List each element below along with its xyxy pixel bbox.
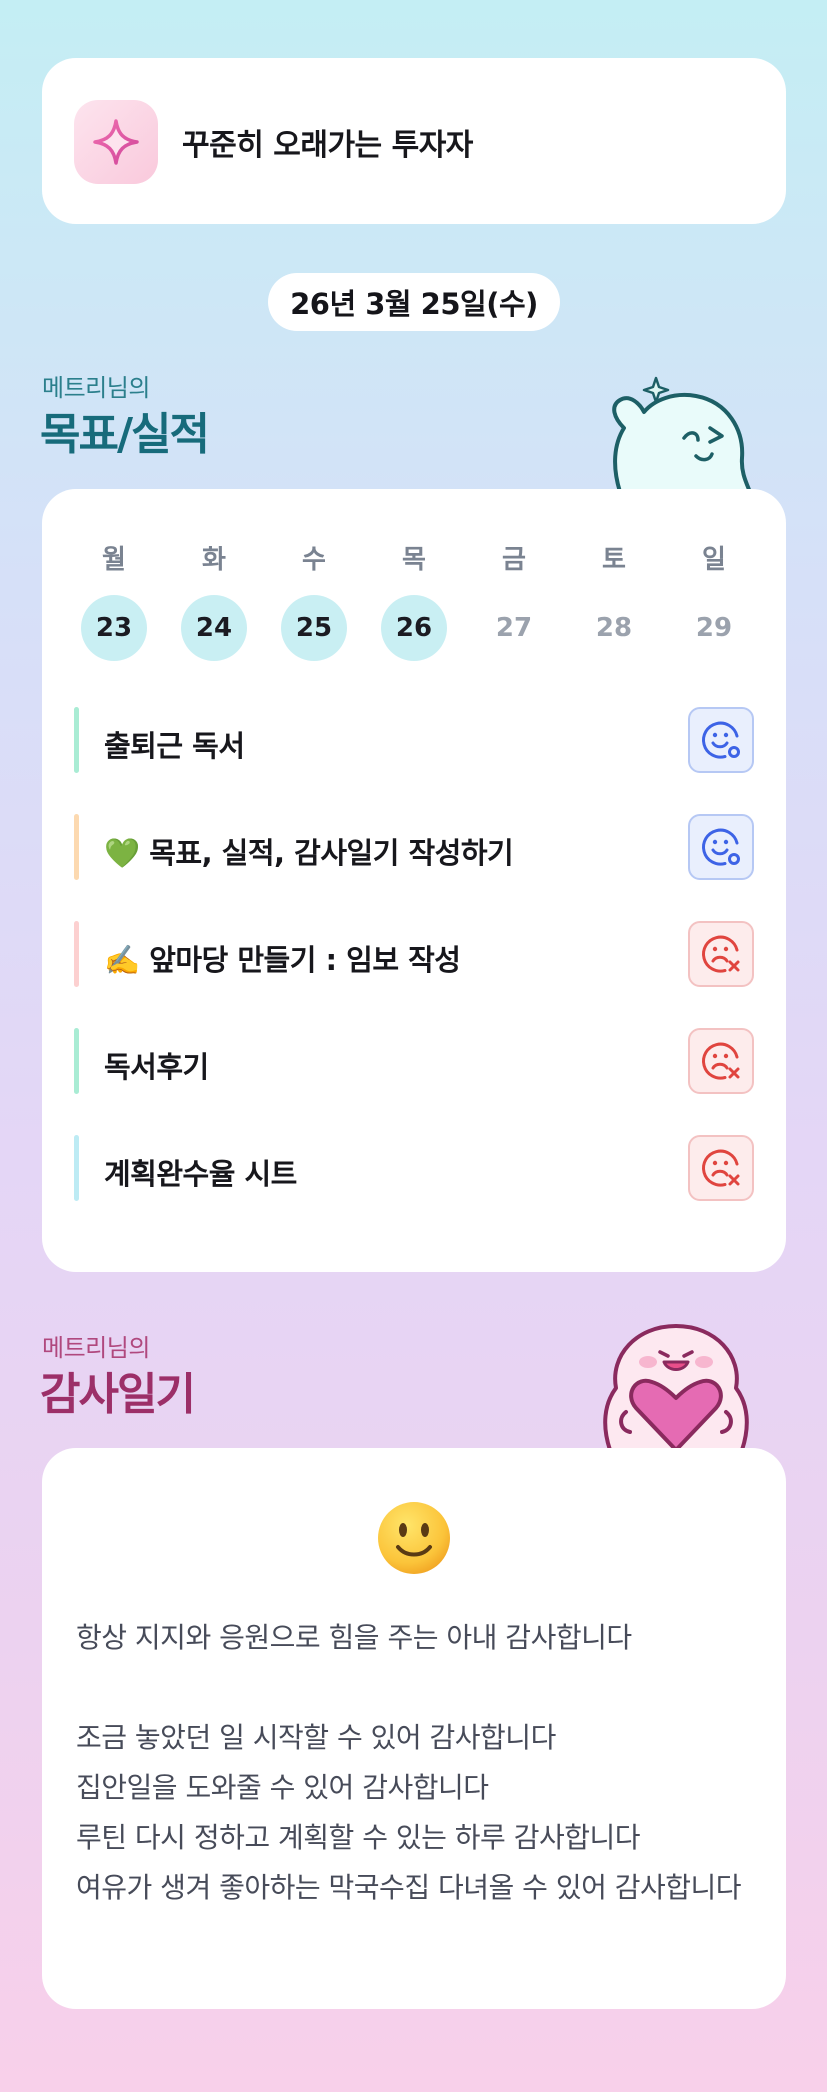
goal-status-done[interactable] [688, 707, 754, 773]
goals-title: 목표/실적 [40, 409, 210, 460]
goal-text: ✍️ 앞마당 만들기 : 임보 작성 [104, 943, 461, 977]
goal-text: 계획완수율 시트 [104, 1157, 297, 1191]
weekday-row: 월 화 수 목 금 토 일 [42, 539, 786, 576]
goal-color-bar [74, 814, 79, 880]
smile-check-icon [702, 721, 740, 759]
date-28[interactable]: 28 [564, 595, 664, 661]
weekday-tue: 화 [202, 545, 226, 575]
goal-color-bar [74, 1028, 79, 1094]
weekday-thu: 목 [402, 545, 426, 575]
date-23[interactable]: 23 [64, 595, 164, 661]
weekday-mon: 월 [102, 545, 126, 575]
weekday-sat: 토 [602, 545, 626, 575]
profile-title: 꾸준히 오래가는 투자자 [182, 128, 473, 163]
sad-x-icon [702, 1042, 740, 1080]
date-29[interactable]: 29 [664, 595, 764, 661]
goal-status-missed[interactable] [688, 1028, 754, 1094]
weekday-fri: 금 [502, 545, 526, 575]
diary-card: 항상 지지와 응원으로 힘을 주는 아내 감사합니다 조금 놓았던 일 시작할 … [42, 1448, 786, 2009]
date-27[interactable]: 27 [464, 595, 564, 661]
goal-text: 독서후기 [104, 1050, 209, 1084]
mascot-heart-icon [603, 1324, 749, 1450]
goal-item[interactable]: 계획완수율 시트 [74, 1135, 754, 1201]
goal-text: 출퇴근 독서 [104, 729, 245, 763]
date-pill[interactable]: 26년 3월 25일(수) [268, 273, 560, 331]
goal-status-done[interactable] [688, 814, 754, 880]
profile-card[interactable]: 꾸준히 오래가는 투자자 [42, 58, 786, 224]
profile-badge [74, 100, 158, 184]
goal-text: 💚 목표, 실적, 감사일기 작성하기 [104, 836, 514, 870]
weekday-sun: 일 [702, 545, 726, 575]
date-24[interactable]: 24 [164, 595, 264, 661]
date-row: 23 24 25 26 27 28 29 [42, 595, 786, 661]
mascot-waving-icon [612, 376, 752, 492]
goal-color-bar [74, 1135, 79, 1201]
diary-text: 항상 지지와 응원으로 힘을 주는 아내 감사합니다 조금 놓았던 일 시작할 … [76, 1621, 742, 1904]
goal-status-missed[interactable] [688, 921, 754, 987]
goal-status-missed[interactable] [688, 1135, 754, 1201]
date-26[interactable]: 26 [364, 595, 464, 661]
weekday-wed: 수 [302, 545, 326, 575]
sad-x-icon [702, 935, 740, 973]
goal-item[interactable]: 출퇴근 독서 [74, 707, 754, 773]
goal-color-bar [74, 707, 79, 773]
goal-color-bar [74, 921, 79, 987]
slightly-smiling-face-icon [378, 1502, 450, 1574]
goal-item[interactable]: 독서후기 [74, 1028, 754, 1094]
goal-item[interactable]: 💚 목표, 실적, 감사일기 작성하기 [74, 814, 754, 880]
sad-x-icon [702, 1149, 740, 1187]
sparkle-icon [93, 119, 139, 165]
goals-card: 월 화 수 목 금 토 일 23 24 25 26 27 28 29 출퇴근 독… [42, 489, 786, 1272]
smile-check-icon [702, 828, 740, 866]
goal-item[interactable]: ✍️ 앞마당 만들기 : 임보 작성 [74, 921, 754, 987]
diary-title: 감사일기 [40, 1369, 196, 1420]
date-25[interactable]: 25 [264, 595, 364, 661]
